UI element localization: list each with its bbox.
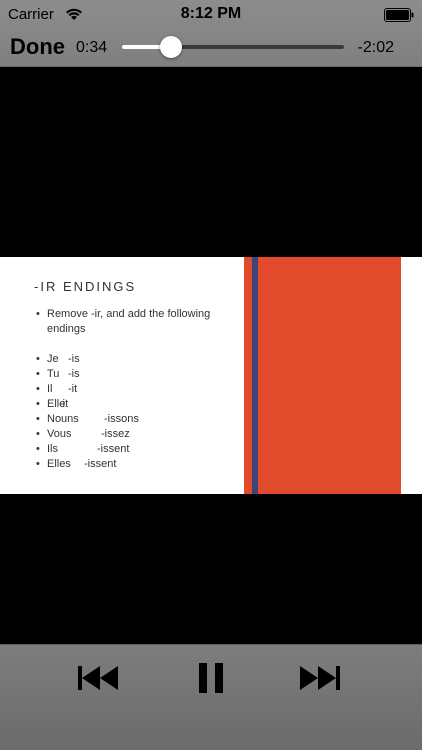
- ending-pronoun: Ils: [47, 443, 58, 455]
- playback-scrubber[interactable]: [122, 36, 344, 58]
- ending-suffix: -it: [59, 398, 69, 410]
- ending-suffix: -issons: [104, 413, 139, 425]
- skip-forward-icon: [300, 666, 340, 690]
- status-time: 8:12 PM: [180, 5, 242, 22]
- ending-pronoun: Elles: [47, 458, 71, 470]
- endings-list: • Je -is • Tu -is • Il -it • Elle -it • Nouns -issons •…: [36, 352, 236, 472]
- ending-pronoun: Vous: [47, 428, 72, 440]
- ending-suffix: -issent: [84, 458, 117, 470]
- presentation-slide: -IR ENDINGS • Remove -ir, and add the fo…: [0, 257, 422, 494]
- ending-pronoun: Tu: [47, 368, 60, 380]
- transport-bar: [0, 644, 422, 750]
- battery-full-icon: [384, 8, 414, 22]
- ending-item: • Elle -it: [36, 397, 236, 412]
- ending-pronoun: Nouns: [47, 413, 79, 425]
- bullet-icon: •: [36, 443, 40, 455]
- ending-item: • Nouns -issons: [36, 412, 236, 427]
- previous-button[interactable]: [78, 663, 122, 693]
- ending-item: • Elles -issent: [36, 457, 236, 472]
- ending-item: • Je -is: [36, 352, 236, 367]
- ending-item: • Tu -is: [36, 367, 236, 382]
- ending-pronoun: Il: [47, 383, 53, 395]
- ending-item: • Il -it: [36, 382, 236, 397]
- video-area[interactable]: -IR ENDINGS • Remove -ir, and add the fo…: [0, 67, 422, 644]
- scrubber-thumb[interactable]: [159, 36, 182, 58]
- bullet-icon: •: [36, 428, 40, 440]
- remaining-time: -2:02: [357, 39, 394, 56]
- bullet-icon: •: [36, 308, 40, 320]
- ending-item: • Vous -issez: [36, 427, 236, 442]
- bullet-icon: •: [36, 383, 40, 395]
- slide-intro-text: Remove -ir, and add the following ending…: [47, 308, 211, 335]
- ending-suffix: -issez: [101, 428, 130, 440]
- bullet-icon: •: [36, 398, 40, 410]
- slide-orange-panel: [258, 257, 401, 494]
- ending-suffix: -issent: [97, 443, 130, 455]
- player-top-bar: Carrier 8:12 PM Done 0:34 -2:02: [0, 0, 422, 67]
- skip-back-icon: [78, 666, 118, 690]
- pause-button[interactable]: [196, 663, 226, 693]
- pause-icon: [199, 663, 223, 693]
- ending-suffix: -is: [68, 368, 80, 380]
- ending-suffix: -it: [68, 383, 78, 395]
- bullet-icon: •: [36, 368, 40, 380]
- next-button[interactable]: [300, 663, 344, 693]
- ending-item: • Ils -issent: [36, 442, 236, 457]
- status-bar: Carrier 8:12 PM: [0, 0, 422, 30]
- done-button[interactable]: Done: [10, 34, 65, 60]
- ending-suffix: -is: [68, 353, 80, 365]
- elapsed-time: 0:34: [76, 39, 108, 56]
- slide-intro-bullet: • Remove -ir, and add the following endi…: [36, 307, 226, 337]
- ending-pronoun: Je: [47, 353, 59, 365]
- bullet-icon: •: [36, 353, 40, 365]
- slide-title: -IR ENDINGS: [34, 279, 137, 294]
- slide-orange-strip: [244, 257, 252, 494]
- bullet-icon: •: [36, 458, 40, 470]
- bullet-icon: •: [36, 413, 40, 425]
